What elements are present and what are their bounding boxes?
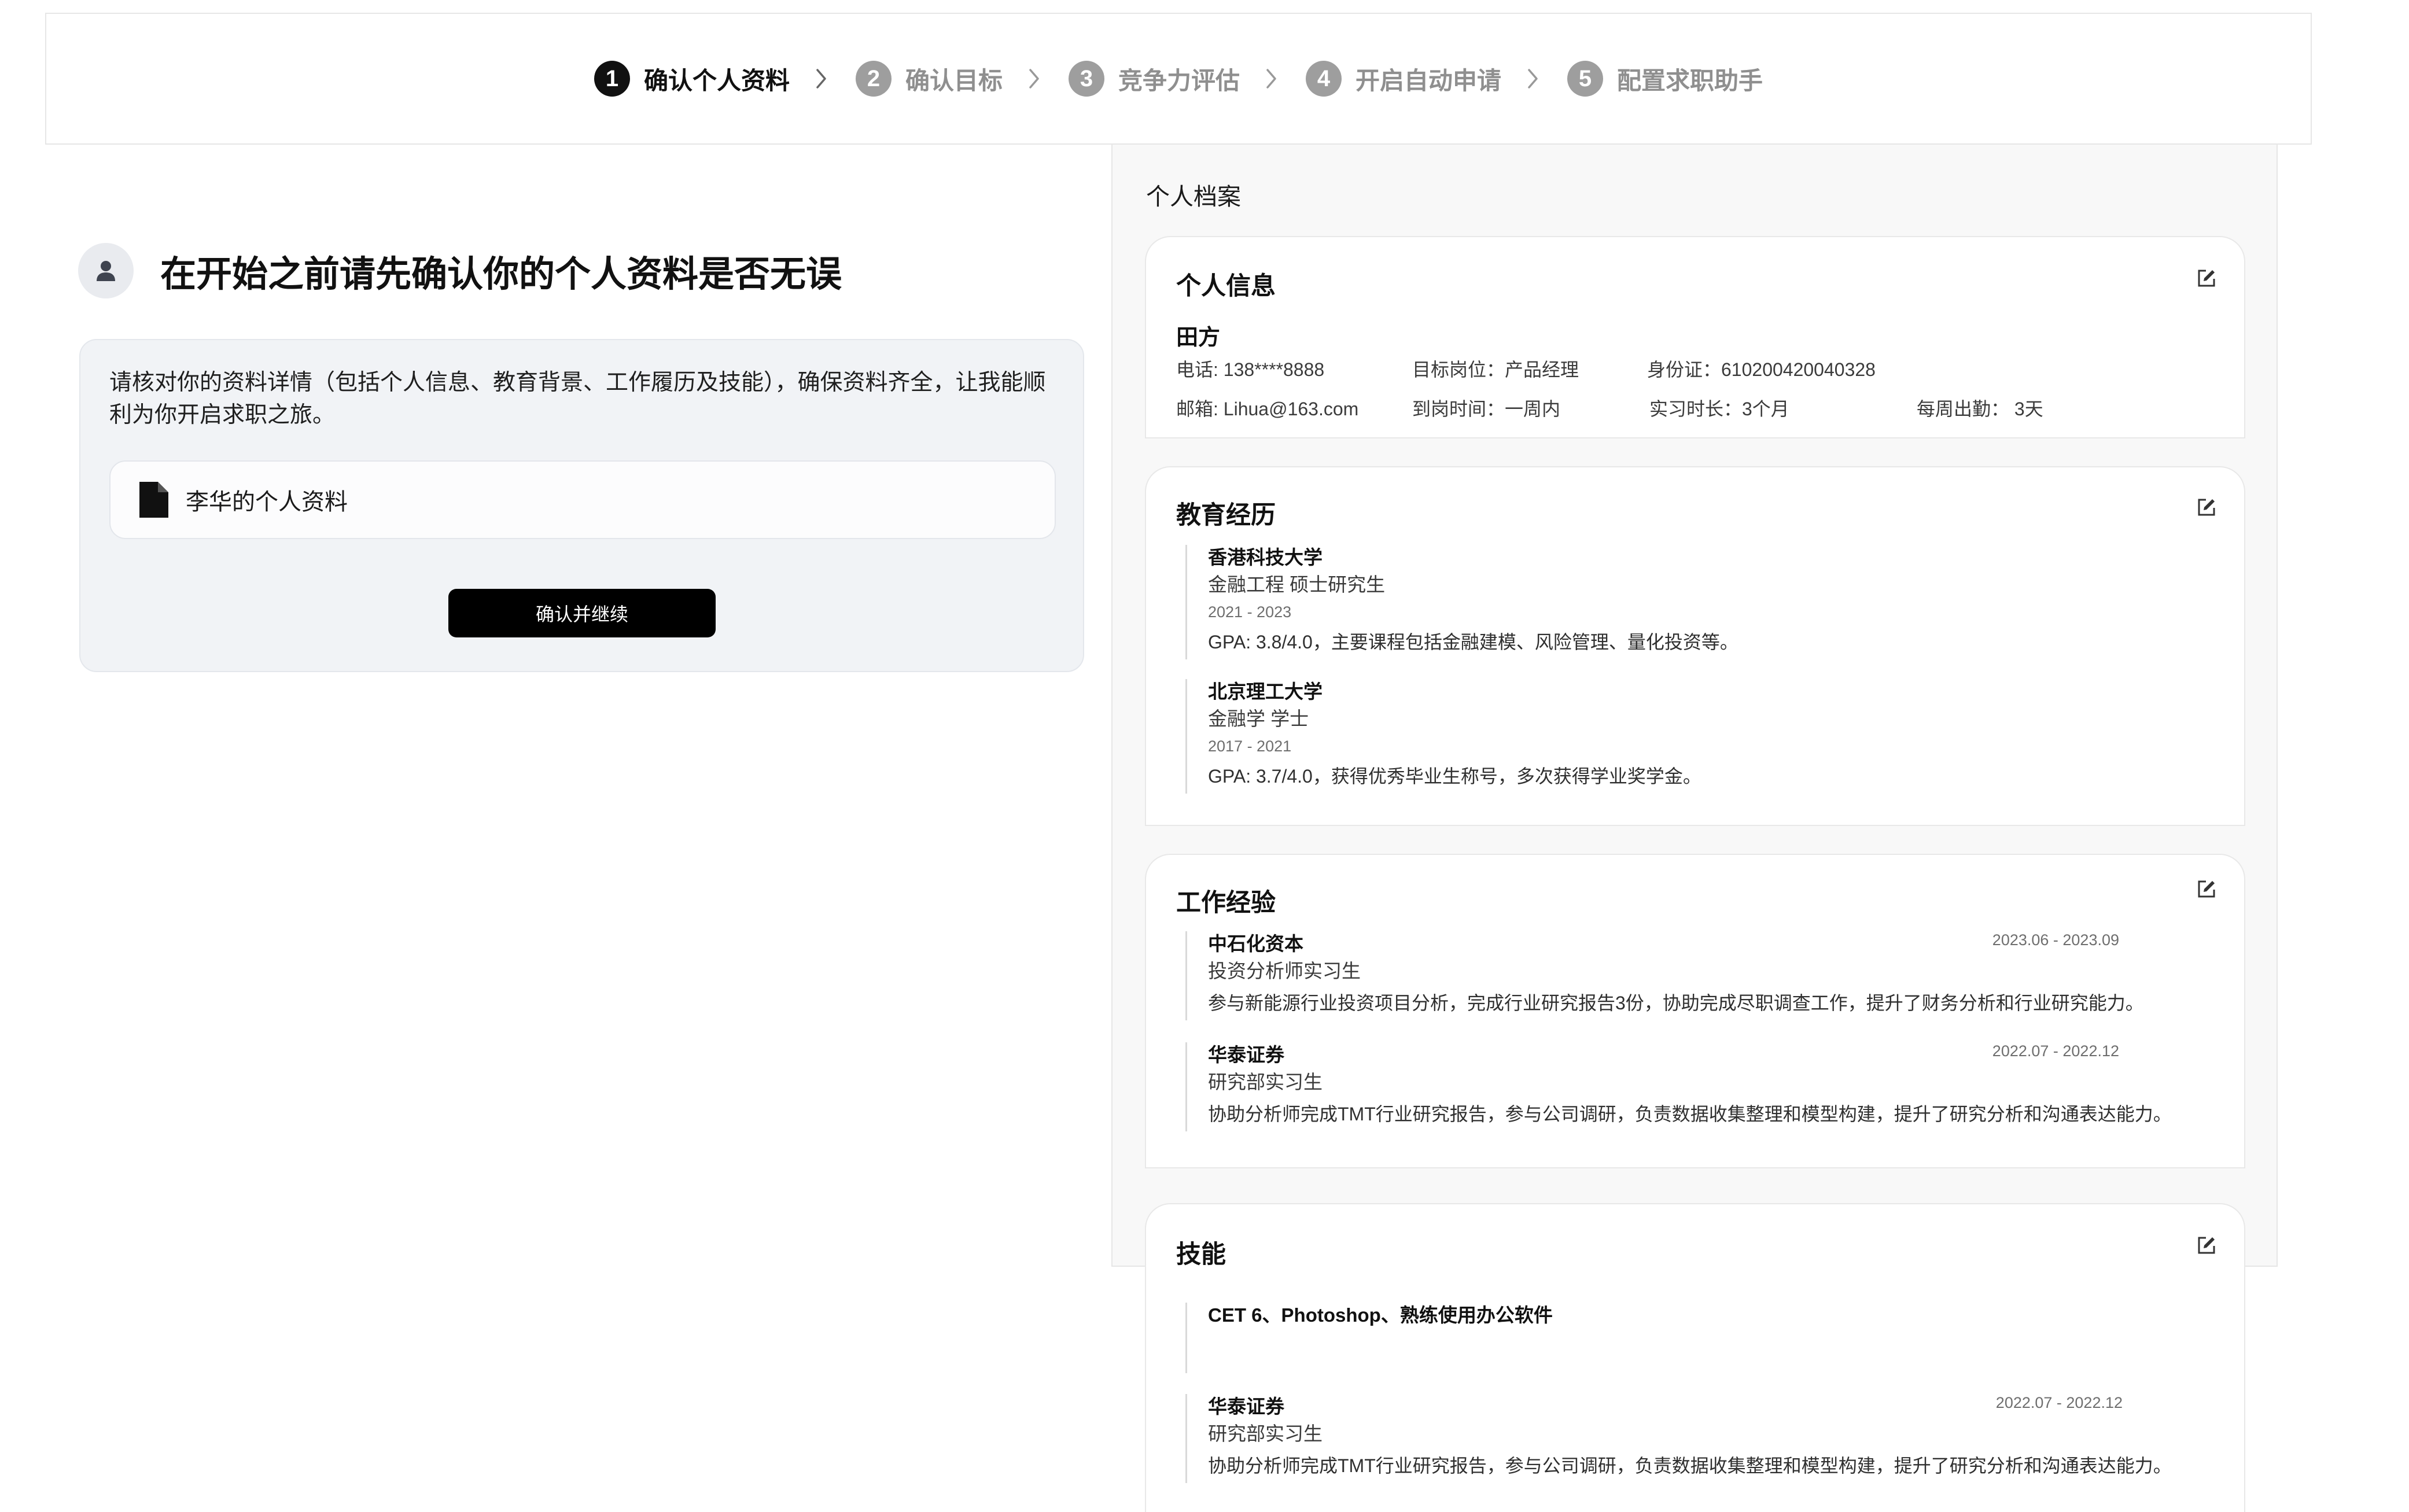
job-role: 研究部实习生 [1208,1423,1323,1444]
step-number: 1 [594,61,630,97]
profile-file[interactable]: 李华的个人资料 [109,460,1056,539]
education-entry: 香港科技大学 金融工程 硕士研究生 2021 - 2023 GPA: 3.8/4… [1185,545,1738,659]
job-role: 投资分析师实习生 [1208,960,1361,982]
step-number: 2 [855,61,892,97]
skills-entry: 华泰证券 研究部实习生 协助分析师完成TMT行业研究报告，参与公司调研，负责数据… [1185,1394,2172,1483]
step-confirm-profile[interactable]: 1 确认个人资料 [594,61,790,97]
confirm-continue-button[interactable]: 确认并继续 [448,589,716,637]
years: 2017 - 2021 [1208,737,1292,755]
step-label: 确认个人资料 [643,67,790,94]
step-label: 开启自动申请 [1355,67,1502,94]
years: 2021 - 2023 [1208,603,1292,621]
person-name: 田方 [1176,326,1221,350]
page-title: 在开始之前请先确认你的个人资料是否无误 [160,255,842,294]
card-title: 工作经验 [1176,889,1276,917]
card-title: 技能 [1176,1241,1226,1268]
step-list: 1 确认个人资料 2 确认目标 3 竞争力评估 4 开启自动申请 5 配置求职助… [594,61,1763,97]
onboard-value: 到岗时间：一周内 [1412,399,1561,419]
education-card: 教育经历 香港科技大学 金融工程 硕士研究生 2021 - 2023 GPA: … [1145,466,2245,826]
work-dates: 2022.07 - 2022.12 [1992,1042,2119,1060]
step-label: 确认目标 [905,67,1003,94]
work-desc: 参与新能源行业投资项目分析，完成行业研究报告3份，协助完成尽职调查工作，提升了财… [1208,993,2144,1013]
school-name: 香港科技大学 [1208,547,1323,568]
profile-title: 个人档案 [1146,183,1241,210]
phone-value: 电话: 138****8888 [1176,359,1325,380]
user-icon [78,243,134,298]
confirm-description: 请核对你的资料详情（包括个人信息、教育背景、工作履历及技能），确保资料齐全，让我… [109,370,1046,427]
education-entry: 北京理工大学 金融学 学士 2017 - 2021 GPA: 3.7/4.0，获… [1185,679,1701,794]
company-name: 华泰证券 [1208,1396,1284,1417]
degree: 金融工程 硕士研究生 [1208,574,1386,595]
file-icon [139,482,168,518]
confirm-card: 请核对你的资料详情（包括个人信息、教育背景、工作履历及技能），确保资料齐全，让我… [79,339,1084,672]
edit-icon[interactable] [2197,1236,2216,1255]
chevron-right-icon [1265,68,1278,90]
education-desc: GPA: 3.7/4.0，获得优秀毕业生称号，多次获得学业奖学金。 [1208,766,1701,787]
step-label: 竞争力评估 [1118,67,1240,94]
weekly-days-value: 每周出勤： 3天 [1917,399,2043,419]
skills-desc: 协助分析师完成TMT行业研究报告，参与公司调研，负责数据收集整理和模型构建，提升… [1208,1455,2172,1476]
edit-icon[interactable] [2197,879,2216,899]
education-desc: GPA: 3.8/4.0，主要课程包括金融建模、风险管理、量化投资等。 [1208,632,1738,652]
step-number: 4 [1306,61,1342,97]
job-role: 研究部实习生 [1208,1071,1323,1093]
work-entry: 中石化资本 投资分析师实习生 参与新能源行业投资项目分析，完成行业研究报告3份，… [1185,931,2144,1020]
skills-dates: 2022.07 - 2022.12 [1995,1394,2123,1411]
target-role-value: 目标岗位：产品经理 [1412,359,1579,380]
skills-summary-entry: CET 6、Photoshop、熟练使用办公软件 [1185,1303,1553,1373]
file-name: 李华的个人资料 [186,489,348,515]
step-label: 配置求职助手 [1617,67,1763,94]
step-number: 5 [1567,61,1604,97]
id-card-value: 身份证：610200420040328 [1647,359,1876,380]
intern-length-value: 实习时长：3个月 [1649,399,1789,419]
work-desc: 协助分析师完成TMT行业研究报告，参与公司调研，负责数据收集整理和模型构建，提升… [1208,1104,2172,1124]
work-entry: 华泰证券 研究部实习生 协助分析师完成TMT行业研究报告，参与公司调研，负责数据… [1185,1042,2172,1131]
email-value: 邮箱: Lihua@163.com [1176,399,1359,419]
step-confirm-goal[interactable]: 2 确认目标 [855,61,1003,97]
chevron-right-icon [1527,68,1539,90]
skills-card: 技能 CET 6、Photoshop、熟练使用办公软件 华泰证券 研究部实习生 … [1145,1203,2245,1512]
company-name: 中石化资本 [1208,933,1303,954]
chevron-right-icon [1028,68,1041,90]
school-name: 北京理工大学 [1208,681,1323,702]
left-header: 在开始之前请先确认你的个人资料是否无误 [78,243,842,298]
company-name: 华泰证券 [1208,1044,1284,1065]
degree: 金融学 学士 [1208,708,1309,729]
card-title: 教育经历 [1176,501,1276,529]
step-auto-apply[interactable]: 4 开启自动申请 [1306,61,1501,97]
step-competitiveness[interactable]: 3 竞争力评估 [1068,61,1240,97]
step-number: 3 [1068,61,1104,97]
work-experience-card: 工作经验 中石化资本 投资分析师实习生 参与新能源行业投资项目分析，完成行业研究… [1145,854,2245,1168]
edit-icon[interactable] [2197,497,2216,517]
personal-info-card: 个人信息 田方 电话: 138****8888 目标岗位：产品经理 身份证：61… [1145,236,2245,438]
chevron-right-icon [815,68,828,90]
edit-icon[interactable] [2197,268,2216,288]
card-title: 个人信息 [1176,272,1276,300]
skills-summary: CET 6、Photoshop、熟练使用办公软件 [1208,1304,1553,1326]
step-job-assistant[interactable]: 5 配置求职助手 [1567,61,1763,97]
stepper-header: 1 确认个人资料 2 确认目标 3 竞争力评估 4 开启自动申请 5 配置求职助… [45,13,2312,145]
work-dates: 2023.06 - 2023.09 [1992,931,2119,949]
